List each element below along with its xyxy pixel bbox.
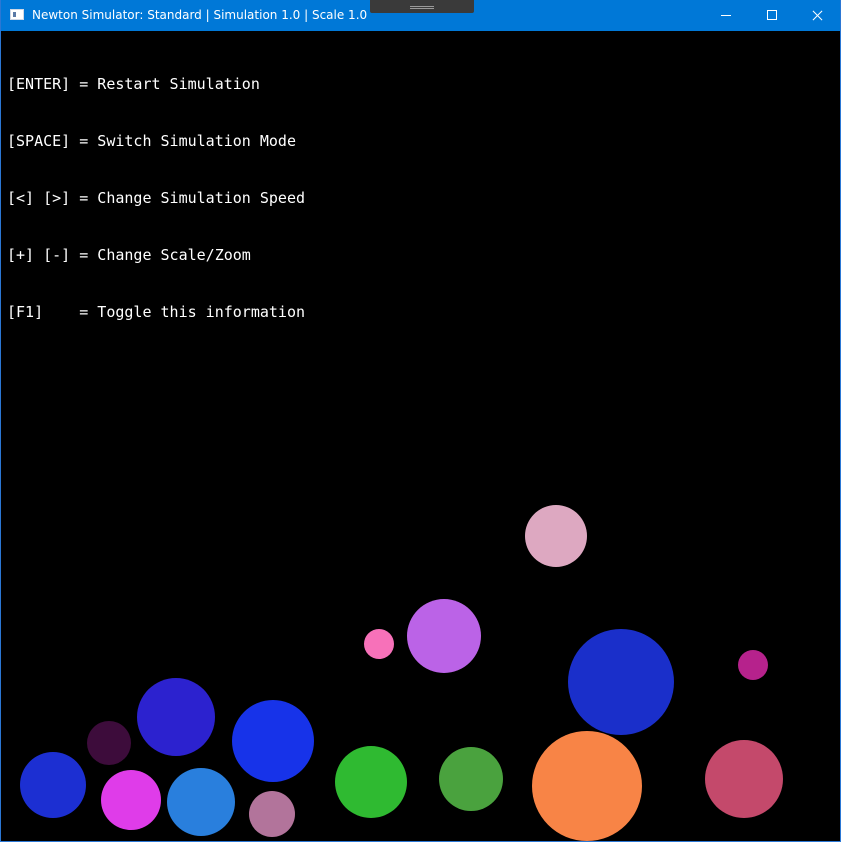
minimize-icon bbox=[721, 15, 731, 16]
close-button[interactable] bbox=[795, 0, 840, 31]
body-blue-bright bbox=[232, 700, 314, 782]
simulator-window: Newton Simulator: Standard | Simulation … bbox=[0, 0, 841, 842]
body-orange bbox=[532, 731, 642, 841]
simulation-canvas[interactable]: [ENTER] = Restart Simulation [SPACE] = S… bbox=[1, 31, 840, 841]
body-magenta bbox=[101, 770, 161, 830]
body-green-bright bbox=[335, 746, 407, 818]
info-line-mode: [SPACE] = Switch Simulation Mode bbox=[7, 132, 296, 150]
maximize-button[interactable] bbox=[749, 0, 795, 31]
body-blue-left bbox=[20, 752, 86, 818]
body-indigo bbox=[137, 678, 215, 756]
body-dark-purple bbox=[87, 721, 131, 765]
window-title: Newton Simulator: Standard | Simulation … bbox=[32, 8, 368, 22]
close-icon bbox=[812, 10, 823, 21]
info-line-speed: [<] [>] = Change Simulation Speed bbox=[7, 189, 306, 207]
app-window-icon bbox=[10, 9, 24, 20]
info-line-restart: [ENTER] = Restart Simulation bbox=[7, 75, 260, 93]
info-line-scale: [+] [-] = Change Scale/Zoom bbox=[7, 246, 251, 264]
snap-handle[interactable] bbox=[370, 0, 474, 13]
info-overlay: [ENTER] = Restart Simulation [SPACE] = S… bbox=[7, 37, 305, 360]
body-rose bbox=[705, 740, 783, 818]
body-pink-small bbox=[364, 629, 394, 659]
body-violet bbox=[407, 599, 481, 673]
body-sky-blue bbox=[167, 768, 235, 836]
body-mauve bbox=[249, 791, 295, 837]
info-line-toggle: [F1] = Toggle this information bbox=[7, 303, 306, 321]
minimize-button[interactable] bbox=[703, 0, 749, 31]
body-blue-large bbox=[568, 629, 674, 735]
body-magenta-small bbox=[738, 650, 768, 680]
title-bar[interactable]: Newton Simulator: Standard | Simulation … bbox=[1, 0, 840, 31]
body-green bbox=[439, 747, 503, 811]
maximize-icon bbox=[767, 10, 777, 20]
body-pink-light bbox=[525, 505, 587, 567]
